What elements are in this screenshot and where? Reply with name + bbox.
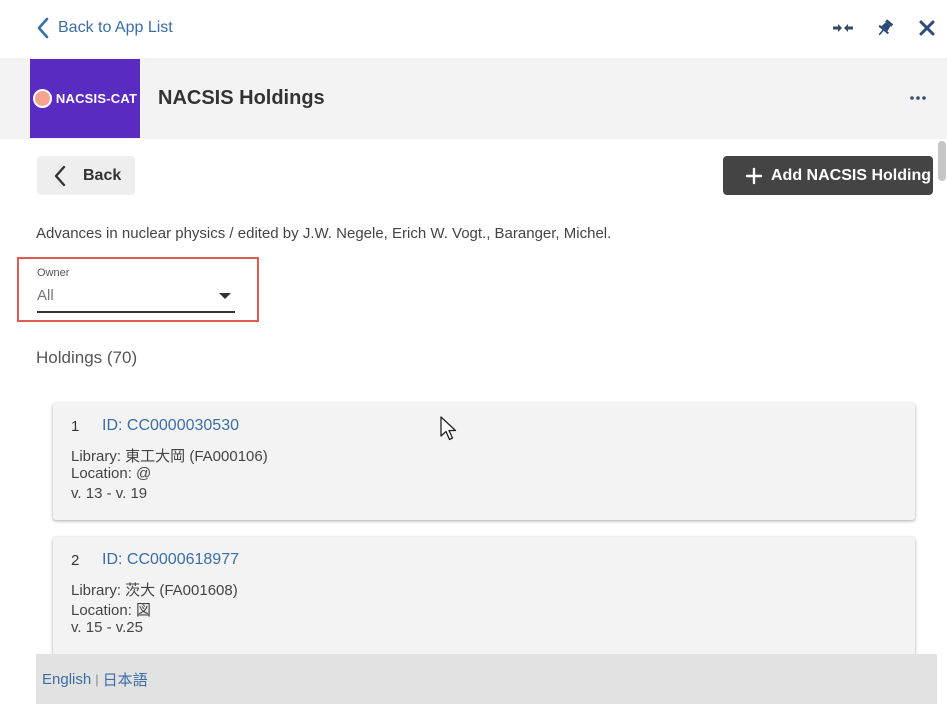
window-controls [833, 16, 937, 40]
holding-card: 2 ID: CC0000618977 Library: 茨大 (FA001608… [53, 537, 915, 654]
pin-icon[interactable] [875, 16, 895, 40]
language-english-link[interactable]: English [42, 671, 91, 688]
holdings-title: Holdings (70) [36, 348, 138, 367]
holding-id-link[interactable]: ID: CC0000618977 [102, 551, 239, 569]
record-title: Advances in nuclear physics / edited by … [36, 225, 612, 242]
mouse-cursor-icon [440, 416, 457, 441]
chevron-left-icon [37, 17, 49, 39]
holding-library: Library: 茨大 (FA001608) [71, 582, 238, 599]
holding-location: Location: 図 [71, 602, 152, 619]
app-header: NACSIS-CAT NACSIS Holdings [0, 58, 947, 139]
back-button-label: Back [83, 166, 122, 184]
nacsis-cat-logo: NACSIS-CAT [30, 59, 140, 138]
main-content: Back Add NACSIS Holding Advances in nucl… [0, 139, 937, 654]
holding-number: 1 [71, 418, 80, 435]
scrollbar[interactable] [937, 139, 947, 654]
language-separator: | [95, 671, 99, 687]
close-icon[interactable] [917, 16, 937, 40]
back-button[interactable]: Back [37, 156, 135, 195]
more-options-icon[interactable] [909, 91, 927, 105]
scrollbar-thumb[interactable] [938, 141, 946, 181]
owner-label: Owner [37, 267, 70, 279]
top-bar: Back to App List [0, 0, 947, 58]
back-to-app-list-link[interactable]: Back to App List [36, 16, 173, 40]
dropdown-caret-icon[interactable] [219, 292, 231, 300]
holding-location: Location: @ [71, 465, 152, 482]
language-japanese-link[interactable]: 日本語 [103, 669, 148, 690]
back-to-app-list-label: Back to App List [58, 19, 173, 36]
logo-mark-icon [32, 89, 52, 108]
collapse-arrows-icon[interactable] [833, 16, 853, 40]
holding-card: 1 ID: CC0000030530 Library: 東工大岡 (FA0001… [53, 403, 915, 520]
owner-select[interactable]: Owner All [17, 257, 259, 322]
plus-icon [745, 167, 763, 184]
holding-number: 2 [71, 552, 80, 569]
language-footer: English | 日本語 [36, 654, 937, 704]
holding-library: Library: 東工大岡 (FA000106) [71, 448, 268, 465]
logo-text: NACSIS-CAT [55, 91, 138, 106]
owner-underline [37, 311, 235, 313]
holding-volumes: v. 13 - v. 19 [71, 485, 148, 502]
holding-id-link[interactable]: ID: CC0000030530 [102, 417, 239, 435]
chevron-left-icon [54, 165, 66, 186]
add-nacsis-holding-button[interactable]: Add NACSIS Holding [723, 156, 933, 195]
owner-value: All [37, 287, 54, 304]
add-nacsis-holding-label: Add NACSIS Holding [771, 166, 931, 184]
holding-volumes: v. 15 - v.25 [71, 619, 143, 636]
page-title: NACSIS Holdings [158, 87, 325, 109]
